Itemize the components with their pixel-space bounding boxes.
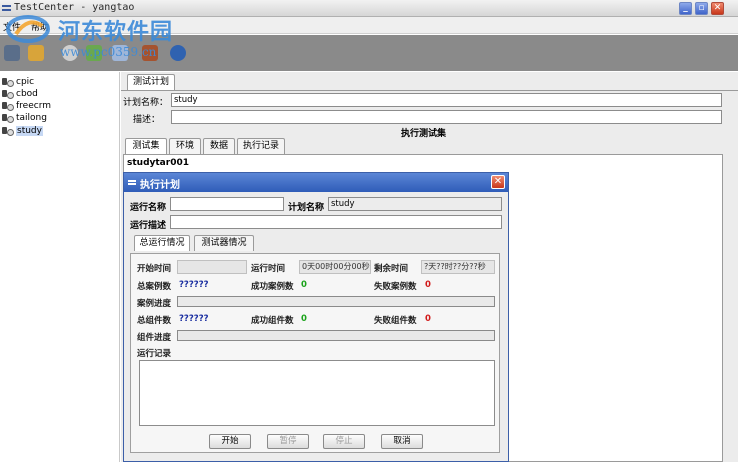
total-comp-label: 总组件数	[137, 316, 172, 326]
tree-item-tailong[interactable]: tailong	[2, 112, 47, 124]
remain-time-label: 剩余时间	[374, 264, 409, 274]
cancel-button[interactable]: 取消	[381, 434, 423, 449]
pause-button[interactable]: 暂停	[267, 434, 309, 449]
tab-tester-status[interactable]: 测试器情况	[194, 235, 254, 251]
dialog-app-icon	[128, 180, 136, 185]
fail-cases-value: 0	[425, 280, 431, 290]
exec-plan-dialog: 执行计划 ✕ 运行名称 计划名称 study 运行描述 总运行情况 测试器情况 …	[123, 172, 509, 462]
total-cases-value: ??????	[179, 280, 209, 290]
plan-name-readonly: study	[328, 197, 502, 211]
fail-comp-label: 失败组件数	[374, 316, 417, 326]
plan-name-label: 计划名称：	[123, 98, 169, 108]
run-time-label: 运行时间	[251, 264, 286, 274]
maximize-button[interactable]: ▫	[695, 2, 708, 15]
case-progress-label: 案例进度	[137, 299, 172, 309]
project-icon	[2, 89, 14, 99]
comp-progress-bar	[177, 330, 495, 341]
project-tree: cpic cbod freecrm tailong study	[0, 72, 120, 462]
project-icon	[2, 113, 14, 123]
close-button[interactable]: ✕	[711, 2, 724, 15]
testset-item[interactable]: studytar001	[127, 158, 189, 168]
fail-cases-label: 失败案例数	[374, 282, 417, 292]
tree-item-label: cpic	[16, 77, 35, 87]
plan-name-label-dlg: 计划名称	[288, 203, 325, 213]
run-time-value: 0天00时00分00秒	[299, 260, 371, 274]
tree-item-label: tailong	[16, 113, 47, 123]
run-desc-label: 运行描述	[130, 221, 167, 231]
tab-overall-status[interactable]: 总运行情况	[134, 235, 190, 251]
plan-desc-label: 描述：	[133, 115, 161, 125]
fail-comp-value: 0	[425, 314, 431, 324]
success-comp-value: 0	[301, 314, 307, 324]
success-cases-label: 成功案例数	[251, 282, 294, 292]
stop-button[interactable]: 停止	[323, 434, 365, 449]
plan-name-field[interactable]: study	[171, 93, 722, 107]
run-name-label: 运行名称	[130, 203, 167, 213]
success-cases-value: 0	[301, 280, 307, 290]
dialog-title: 执行计划	[140, 180, 180, 191]
comp-progress-label: 组件进度	[137, 333, 172, 343]
user-icon[interactable]	[170, 45, 186, 61]
tab-env[interactable]: 环境	[169, 138, 201, 154]
tree-item-cbod[interactable]: cbod	[2, 88, 38, 100]
total-comp-value: ??????	[179, 314, 209, 324]
tree-item-study[interactable]: study	[2, 125, 43, 137]
watermark-logo	[6, 15, 50, 43]
tree-item-freecrm[interactable]: freecrm	[2, 100, 51, 112]
remain-time-value: ?天??时??分??秒	[421, 260, 495, 274]
tab-test-plan[interactable]: 测试计划	[127, 74, 175, 90]
plan-desc-field[interactable]	[171, 110, 722, 124]
start-time-value	[177, 260, 247, 274]
tree-item-label: cbod	[16, 89, 38, 99]
overall-status-panel: 开始时间 运行时间 0天00时00分00秒 剩余时间 ?天??时??分??秒 总…	[130, 253, 500, 453]
divider	[121, 90, 738, 91]
success-comp-label: 成功组件数	[251, 316, 294, 326]
watermark-url: www.pc0359.cn	[60, 45, 157, 59]
minimize-button[interactable]: _	[679, 2, 692, 15]
case-progress-bar	[177, 296, 495, 307]
project-icon	[2, 126, 14, 136]
dialog-close-button[interactable]: ✕	[491, 175, 505, 189]
project-icon	[2, 77, 14, 87]
dialog-title-bar: 执行计划 ✕	[124, 173, 508, 192]
run-log-textarea[interactable]	[139, 360, 495, 426]
tree-item-cpic[interactable]: cpic	[2, 76, 34, 88]
tab-data[interactable]: 数据	[203, 138, 235, 154]
window-title: TestCenter - yangtao	[14, 2, 135, 13]
exec-testset-label: 执行测试集	[401, 129, 447, 139]
total-cases-label: 总案例数	[137, 282, 172, 292]
start-time-label: 开始时间	[137, 264, 172, 274]
run-name-field[interactable]	[170, 197, 284, 211]
start-button[interactable]: 开始	[209, 434, 251, 449]
app-icon	[2, 5, 11, 11]
run-desc-field[interactable]	[170, 215, 502, 229]
run-log-label: 运行记录	[137, 349, 172, 359]
open-icon[interactable]	[28, 45, 44, 61]
new-icon[interactable]	[4, 45, 20, 61]
watermark-title: 河东软件园	[58, 20, 174, 45]
tree-item-label: study	[16, 126, 43, 136]
project-icon	[2, 101, 14, 111]
tab-testset[interactable]: 测试集	[125, 138, 167, 154]
tree-item-label: freecrm	[16, 101, 52, 111]
tab-exec-log[interactable]: 执行记录	[237, 138, 285, 154]
